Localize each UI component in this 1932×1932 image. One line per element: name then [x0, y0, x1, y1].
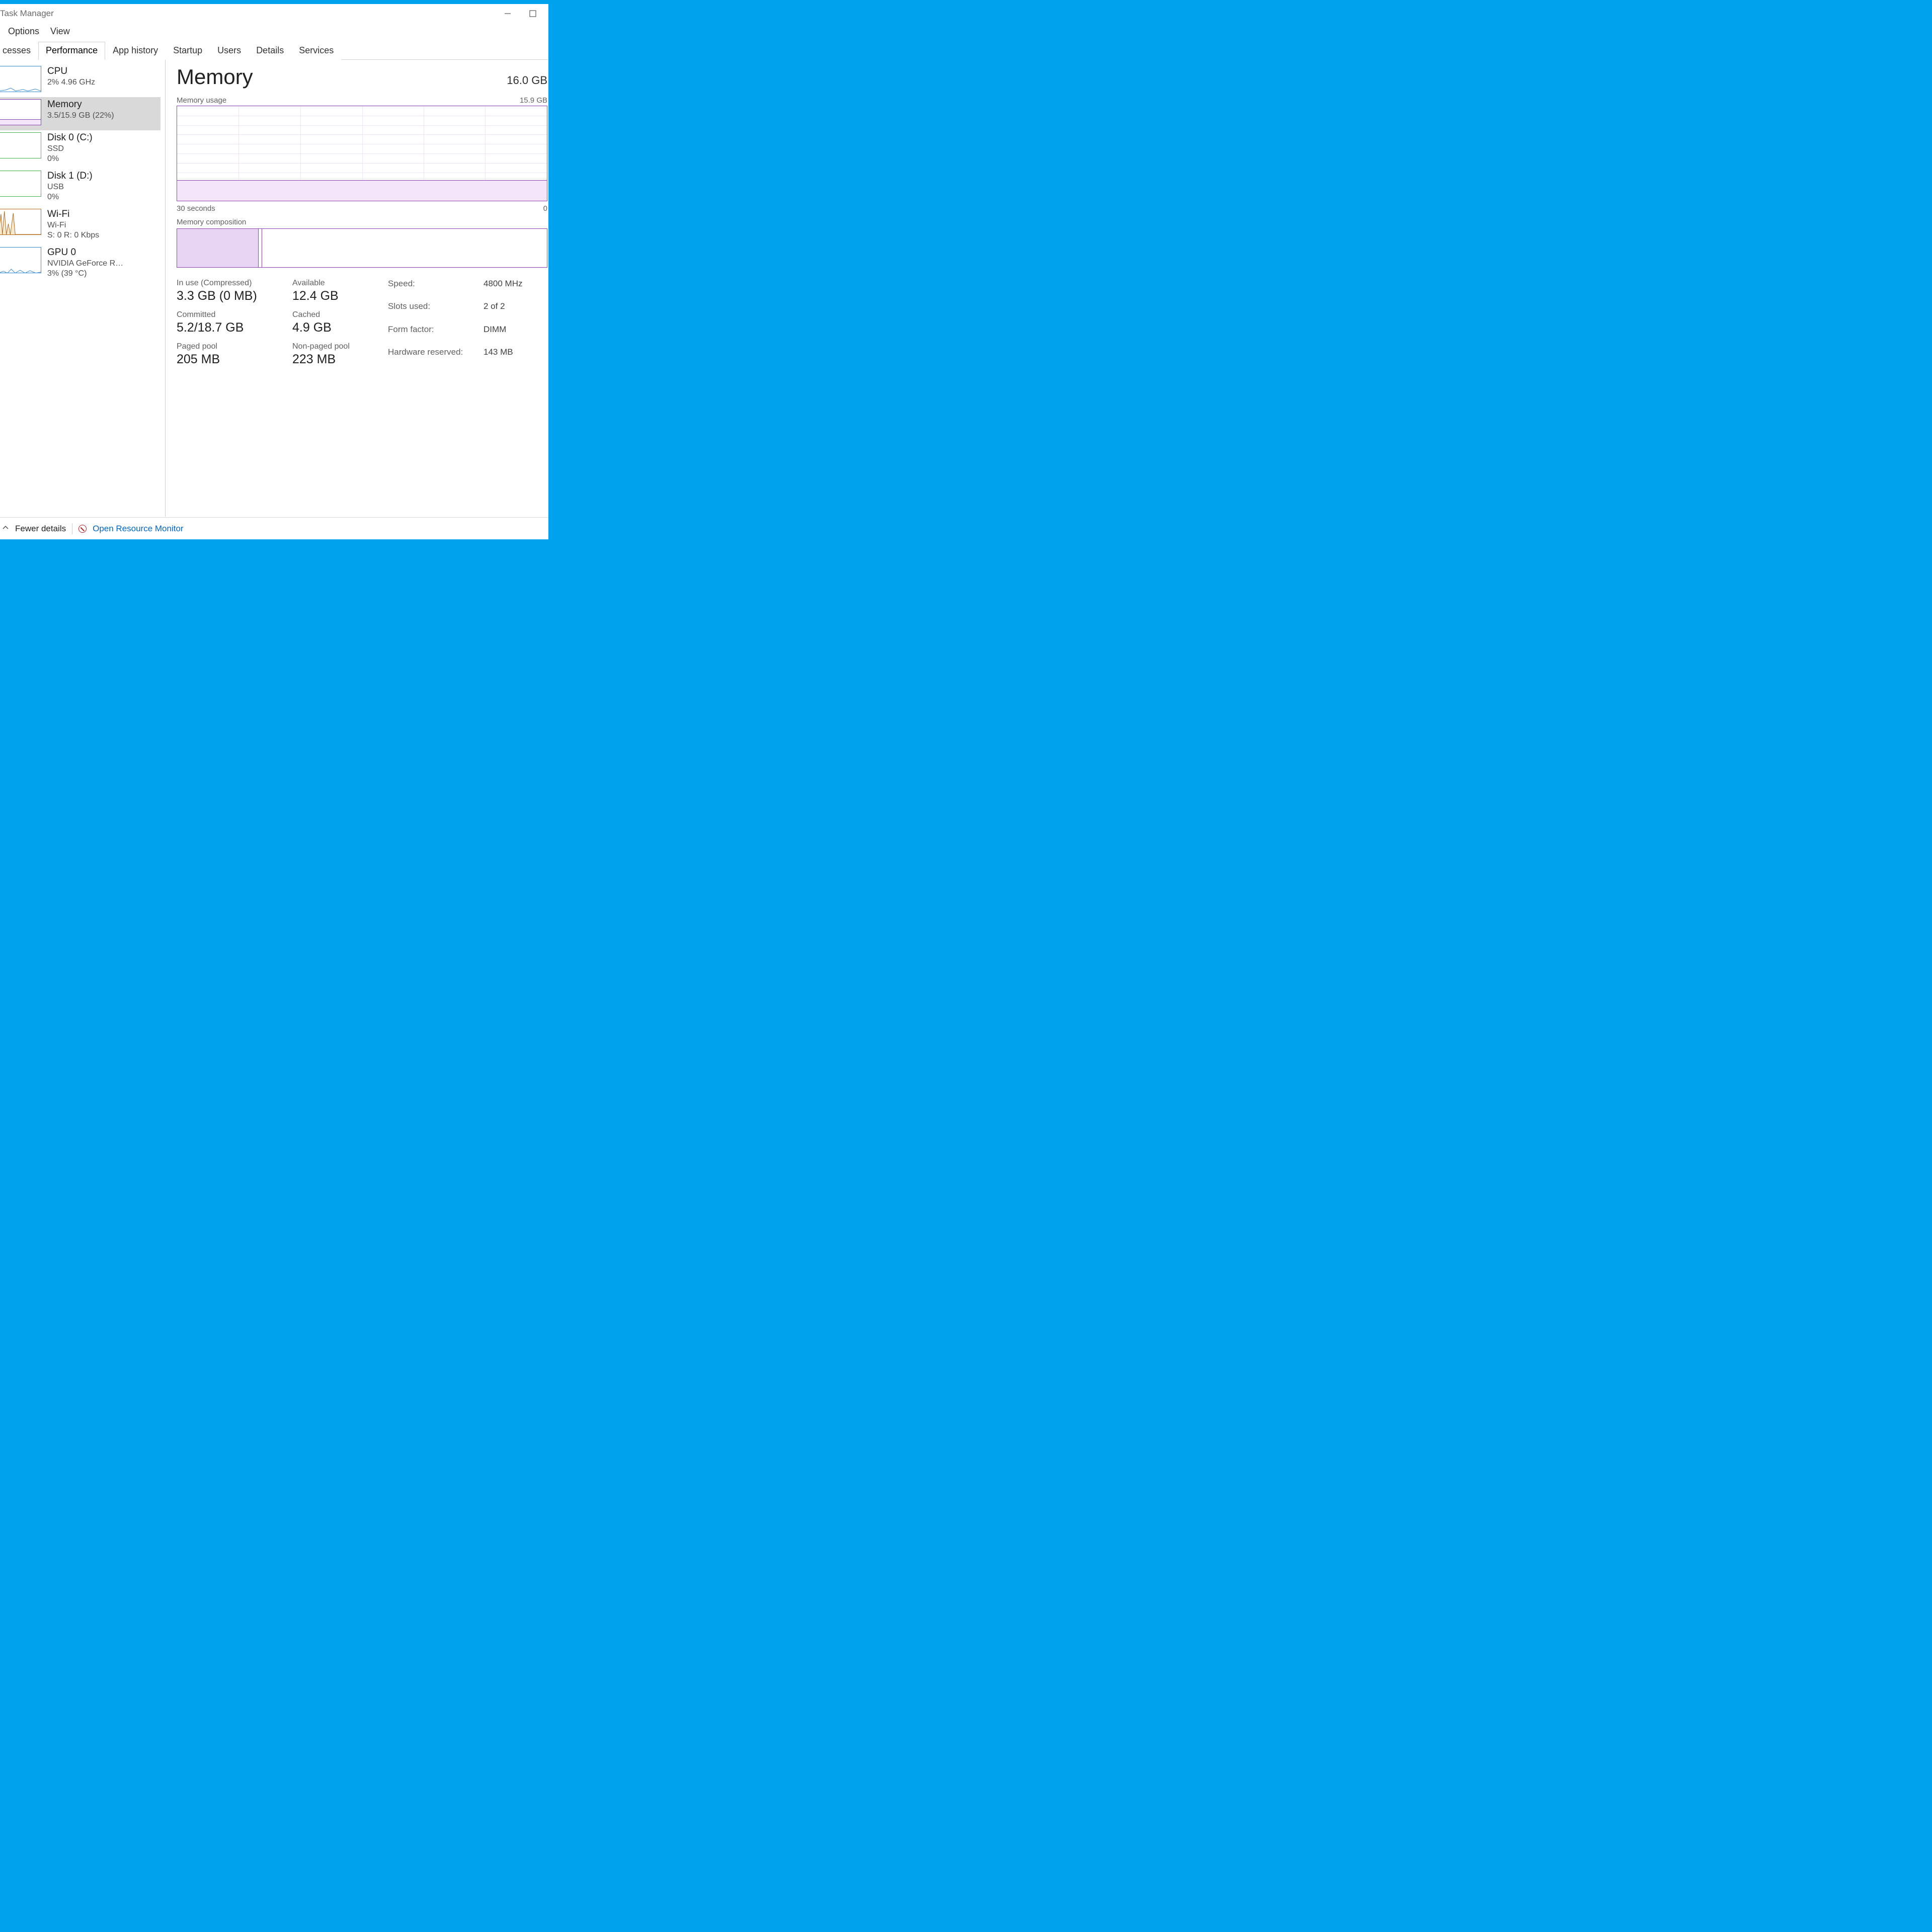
sidebar-item-wifi[interactable]: Wi-Fi Wi-Fi S: 0 R: 0 Kbps: [0, 207, 160, 245]
stats-left: In use (Compressed) 3.3 GB (0 MB) Availa…: [177, 279, 378, 367]
stat-available: Available 12.4 GB: [292, 279, 378, 303]
gpu-title: GPU 0: [47, 247, 123, 258]
usage-label-row: Memory usage 15.9 GB: [177, 96, 547, 105]
hw-speed-val: 4800 MHz: [484, 279, 544, 298]
hw-form-val: DIMM: [484, 325, 544, 344]
time-right: 0: [543, 204, 547, 213]
hw-slots-lab: Slots used:: [388, 301, 484, 321]
disk1-sub2: 0%: [47, 193, 93, 202]
task-manager-window: Task Manager Options View cesses Perform…: [0, 4, 548, 539]
disk1-title: Disk 1 (D:): [47, 171, 93, 182]
tab-services[interactable]: Services: [291, 42, 341, 60]
usage-label: Memory usage: [177, 96, 226, 105]
gpu-sub1: NVIDIA GeForce R…: [47, 259, 123, 268]
stats: In use (Compressed) 3.3 GB (0 MB) Availa…: [177, 279, 548, 367]
disk0-thumb-icon: [0, 132, 41, 158]
menu-options[interactable]: Options: [3, 25, 44, 38]
stats-right: Speed: 4800 MHz Slots used: 2 of 2 Form …: [388, 279, 544, 367]
disk1-thumb-icon: [0, 171, 41, 197]
disk1-sub1: USB: [47, 183, 93, 192]
sidebar-item-memory[interactable]: Memory 3.5/15.9 GB (22%): [0, 97, 160, 130]
comp-label-row: Memory composition: [177, 218, 547, 226]
sidebar-item-gpu[interactable]: GPU 0 NVIDIA GeForce R… 3% (39 °C): [0, 245, 160, 283]
memory-total: 16.0 GB: [507, 74, 547, 87]
hw-hwres-val: 143 MB: [484, 347, 544, 367]
tab-app-history[interactable]: App history: [105, 42, 166, 60]
perf-sidebar: CPU 2% 4.96 GHz Memory 3.5/15.9 GB (22%)…: [0, 60, 161, 517]
menu-view[interactable]: View: [45, 25, 75, 38]
tab-users[interactable]: Users: [210, 42, 249, 60]
titlebar: Task Manager: [0, 4, 548, 23]
cpu-sub: 2% 4.96 GHz: [47, 78, 95, 87]
open-resource-monitor-link[interactable]: Open Resource Monitor: [93, 524, 183, 534]
body: CPU 2% 4.96 GHz Memory 3.5/15.9 GB (22%)…: [0, 60, 548, 517]
tabstrip: cesses Performance App history Startup U…: [0, 41, 548, 60]
page-title: Memory: [177, 65, 253, 89]
memory-title: Memory: [47, 99, 114, 110]
hw-slots-val: 2 of 2: [484, 301, 544, 321]
window-title: Task Manager: [0, 9, 495, 19]
hw-form-lab: Form factor:: [388, 325, 484, 344]
tab-performance[interactable]: Performance: [38, 42, 105, 60]
cpu-title: CPU: [47, 66, 95, 77]
tab-processes[interactable]: cesses: [0, 42, 38, 60]
memory-usage-chart: [177, 106, 547, 201]
memory-thumb-icon: [0, 99, 41, 125]
comp-modified: [259, 229, 262, 267]
maximize-button[interactable]: [520, 6, 545, 21]
bottombar: Fewer details Open Resource Monitor: [0, 517, 548, 539]
disk0-sub1: SSD: [47, 144, 93, 153]
fewer-details-button[interactable]: Fewer details: [15, 524, 66, 534]
time-left: 30 seconds: [177, 204, 215, 213]
wifi-title: Wi-Fi: [47, 209, 99, 220]
comp-label: Memory composition: [177, 218, 246, 226]
memory-composition-chart: [177, 228, 547, 268]
stat-nonpaged: Non-paged pool 223 MB: [292, 342, 378, 367]
memory-sub: 3.5/15.9 GB (22%): [47, 111, 114, 120]
sidebar-item-cpu[interactable]: CPU 2% 4.96 GHz: [0, 64, 160, 97]
gpu-sub2: 3% (39 °C): [47, 269, 123, 278]
hw-hwres-lab: Hardware reserved:: [388, 347, 484, 367]
menubar: Options View: [0, 23, 548, 41]
sidebar-item-disk1[interactable]: Disk 1 (D:) USB 0%: [0, 169, 160, 207]
sidebar-item-disk0[interactable]: Disk 0 (C:) SSD 0%: [0, 130, 160, 169]
disk0-title: Disk 0 (C:): [47, 132, 93, 143]
stat-in-use: In use (Compressed) 3.3 GB (0 MB): [177, 279, 292, 303]
wifi-thumb-icon: [0, 209, 41, 235]
wifi-sub1: Wi-Fi: [47, 221, 99, 230]
stat-cached: Cached 4.9 GB: [292, 310, 378, 335]
tab-startup[interactable]: Startup: [166, 42, 210, 60]
time-axis: 30 seconds 0: [177, 204, 547, 213]
chevron-up-icon: [2, 524, 9, 534]
usage-max: 15.9 GB: [520, 96, 547, 105]
minimize-button[interactable]: [495, 6, 520, 21]
hw-speed-lab: Speed:: [388, 279, 484, 298]
main-panel: Memory 16.0 GB Memory usage 15.9 GB 30 s…: [165, 60, 548, 517]
tab-details[interactable]: Details: [249, 42, 291, 60]
gpu-thumb-icon: [0, 247, 41, 273]
comp-in-use: [177, 229, 259, 267]
resource-monitor-icon: [78, 525, 87, 533]
stat-committed: Committed 5.2/18.7 GB: [177, 310, 292, 335]
usage-area: [177, 180, 547, 201]
main-header: Memory 16.0 GB: [177, 65, 548, 93]
wifi-sub2: S: 0 R: 0 Kbps: [47, 231, 99, 240]
disk0-sub2: 0%: [47, 154, 93, 164]
cpu-thumb-icon: [0, 66, 41, 92]
stat-paged: Paged pool 205 MB: [177, 342, 292, 367]
